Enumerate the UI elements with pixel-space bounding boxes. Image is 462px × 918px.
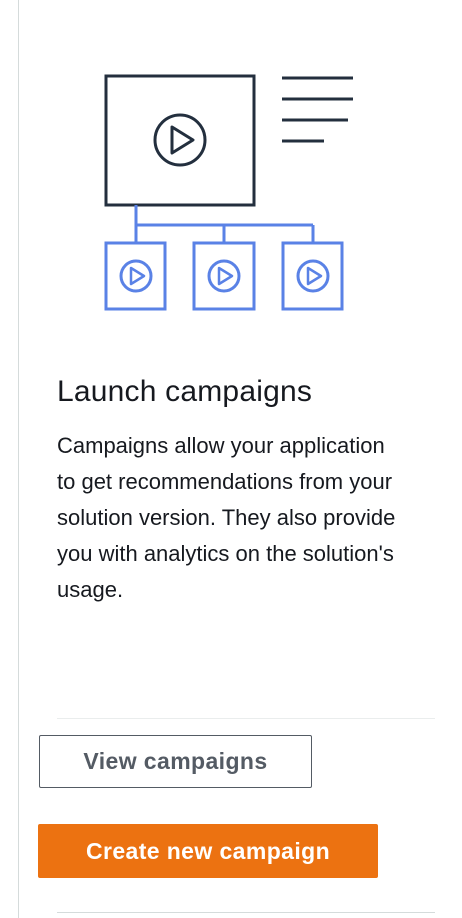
card-divider: [57, 718, 435, 719]
campaign-video-hierarchy-icon: [100, 70, 360, 320]
panel-left-border: [18, 0, 19, 918]
create-new-campaign-button[interactable]: Create new campaign: [38, 824, 378, 878]
view-campaigns-button[interactable]: View campaigns: [39, 735, 312, 788]
card-title: Launch campaigns: [57, 375, 313, 408]
bottom-divider: [57, 912, 435, 913]
card-description: Campaigns allow your application to get …: [57, 433, 396, 602]
